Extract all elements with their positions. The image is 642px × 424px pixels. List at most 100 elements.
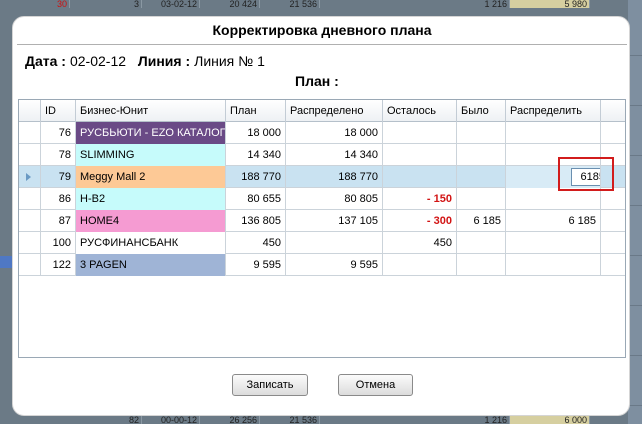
line-value: Линия № 1: [194, 53, 265, 69]
column-header-to-distribute[interactable]: Распределить: [506, 100, 601, 122]
row-marker[interactable]: [19, 188, 41, 210]
cell-was[interactable]: [457, 188, 506, 210]
cell-to-distribute[interactable]: [506, 254, 601, 276]
cell-plan[interactable]: 188 770: [226, 166, 286, 188]
dialog-title: Корректировка дневного плана: [212, 22, 432, 38]
cell-distributed[interactable]: 18 000: [286, 122, 383, 144]
cell-remaining[interactable]: - 150: [383, 188, 457, 210]
cell-id[interactable]: 100: [41, 232, 76, 254]
cell-business-unit[interactable]: Meggy Mall 2: [76, 166, 226, 188]
cell-business-unit[interactable]: SLIMMING: [76, 144, 226, 166]
cell-distributed[interactable]: 137 105: [286, 210, 383, 232]
cell-distributed[interactable]: 9 595: [286, 254, 383, 276]
bg-cell: 00-00-12: [142, 416, 200, 424]
column-header-plan[interactable]: План: [226, 100, 286, 122]
row-marker[interactable]: [19, 144, 41, 166]
background-side-tab: [0, 256, 12, 268]
bg-cell: 20 424: [200, 0, 260, 8]
bg-cell: 82: [70, 416, 142, 424]
column-header-id[interactable]: ID: [41, 100, 76, 122]
cell-id[interactable]: 79: [41, 166, 76, 188]
current-row-arrow-icon: [26, 173, 31, 181]
table-row[interactable]: 122 3 PAGEN 9 595 9 595: [19, 254, 625, 276]
row-marker[interactable]: [19, 254, 41, 276]
table-row[interactable]: 79Meggy Mall 2188 770188 7706185: [19, 166, 625, 188]
cell-plan[interactable]: 18 000: [226, 122, 286, 144]
column-header-business-unit[interactable]: Бизнес-Юнит: [76, 100, 226, 122]
table-row[interactable]: 100 РУСФИНАНСБАНК 450 450: [19, 232, 625, 254]
bg-cell: 03-02-12: [142, 0, 200, 8]
cell-was[interactable]: [457, 254, 506, 276]
cell-plan[interactable]: 136 805: [226, 210, 286, 232]
cell-distributed[interactable]: 14 340: [286, 144, 383, 166]
cell-remaining[interactable]: 450: [383, 232, 457, 254]
bg-cell: 1 216: [430, 0, 510, 8]
plan-grid: ID Бизнес-Юнит План Распределено Осталос…: [18, 99, 626, 358]
cell-business-unit[interactable]: H-B2: [76, 188, 226, 210]
bg-cell: 26 256: [200, 416, 260, 424]
cancel-button[interactable]: Отмена: [338, 374, 413, 396]
save-button[interactable]: Записать: [232, 374, 308, 396]
background-row-bottom: 82 00-00-12 26 256 21 536 1 216 6 000: [0, 416, 642, 424]
cell-was[interactable]: [457, 144, 506, 166]
row-marker[interactable]: [19, 232, 41, 254]
column-header-remaining[interactable]: Осталось: [383, 100, 457, 122]
bg-cell: 30: [30, 0, 70, 8]
cell-remaining[interactable]: [383, 144, 457, 166]
plan-label: План :: [295, 73, 339, 89]
bg-cell: 5 980: [510, 0, 590, 8]
cell-plan[interactable]: 80 655: [226, 188, 286, 210]
column-header-distributed[interactable]: Распределено: [286, 100, 383, 122]
table-row[interactable]: 87 HOME4 136 805 137 105- 300 6 185 6 185: [19, 210, 625, 232]
cell-business-unit[interactable]: 3 PAGEN: [76, 254, 226, 276]
cell-distributed[interactable]: 188 770: [286, 166, 383, 188]
row-marker[interactable]: [19, 210, 41, 232]
cell-distributed[interactable]: [286, 232, 383, 254]
row-marker[interactable]: [19, 166, 41, 188]
date-value: 02-02-12: [69, 53, 127, 69]
cell-business-unit[interactable]: РУСБЬЮТИ - EZO КАТАЛОГ: [76, 122, 226, 144]
table-row[interactable]: 78 SLIMMING 14 340 14 340: [19, 144, 625, 166]
bg-cell: 6 000: [510, 416, 590, 424]
cell-remaining[interactable]: [383, 254, 457, 276]
cell-id[interactable]: 86: [41, 188, 76, 210]
cell-plan[interactable]: 14 340: [226, 144, 286, 166]
cell-plan[interactable]: 450: [226, 232, 286, 254]
cell-was[interactable]: [457, 166, 506, 188]
cell-business-unit[interactable]: HOME4: [76, 210, 226, 232]
cell-business-unit[interactable]: РУСФИНАНСБАНК: [76, 232, 226, 254]
title-divider: [17, 44, 627, 45]
cell-id[interactable]: 87: [41, 210, 76, 232]
background-row-top: 30 3 03-02-12 20 424 21 536 1 216 5 980: [0, 0, 642, 8]
cell-id[interactable]: 122: [41, 254, 76, 276]
info-line: Дата :02-02-12 Линия : Линия № 1: [25, 53, 273, 69]
cell-was[interactable]: 6 185: [457, 210, 506, 232]
bg-cell: 21 536: [260, 0, 320, 8]
bg-cell: 21 536: [260, 416, 320, 424]
cell-id[interactable]: 78: [41, 144, 76, 166]
cell-id[interactable]: 76: [41, 122, 76, 144]
line-label: Линия :: [137, 53, 191, 69]
cell-to-distribute[interactable]: [506, 122, 601, 144]
grid-header: ID Бизнес-Юнит План Распределено Осталос…: [19, 100, 625, 122]
cell-to-distribute[interactable]: 6 185: [506, 210, 601, 232]
cell-was[interactable]: [457, 232, 506, 254]
row-marker[interactable]: [19, 122, 41, 144]
cell-to-distribute[interactable]: [506, 232, 601, 254]
header-row-marker: [19, 100, 41, 122]
table-row[interactable]: 86 H-B2 80 655 80 805- 150: [19, 188, 625, 210]
table-row[interactable]: 76 РУСБЬЮТИ - EZO КАТАЛОГ 18 000 18 000: [19, 122, 625, 144]
cell-to-distribute[interactable]: [506, 188, 601, 210]
cell-plan[interactable]: 9 595: [226, 254, 286, 276]
column-header-was[interactable]: Было: [457, 100, 506, 122]
daily-plan-dialog: Корректировка дневного плана Дата :02-02…: [12, 16, 630, 416]
edit-highlight-frame: [558, 157, 614, 191]
date-label: Дата :: [25, 53, 66, 69]
cell-distributed[interactable]: 80 805: [286, 188, 383, 210]
bg-cell: 1 216: [430, 416, 510, 424]
background-right-strip: [628, 0, 642, 424]
cell-remaining[interactable]: [383, 122, 457, 144]
cell-remaining[interactable]: [383, 166, 457, 188]
cell-was[interactable]: [457, 122, 506, 144]
cell-remaining[interactable]: - 300: [383, 210, 457, 232]
